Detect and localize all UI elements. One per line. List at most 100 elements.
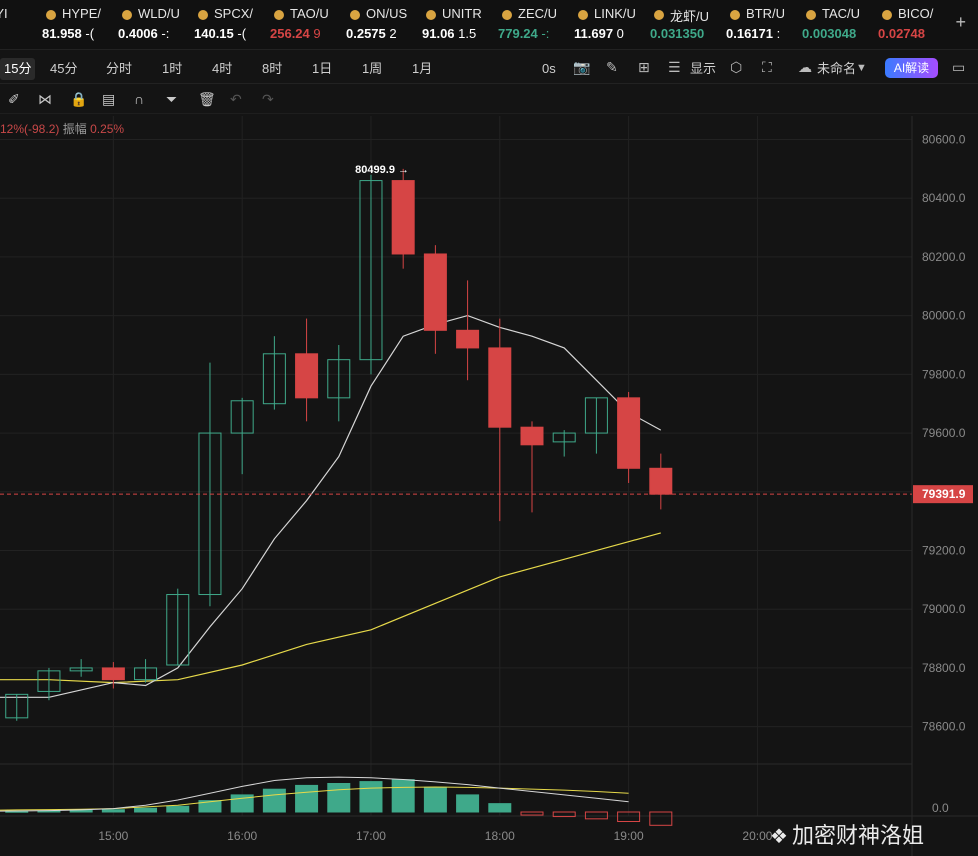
brush-icon[interactable]: ✐ <box>8 91 20 108</box>
candle-body[interactable] <box>617 397 641 469</box>
ticker-price-value: 779.24 <box>498 26 538 41</box>
ticker-price: 11.697 0 <box>574 26 624 41</box>
candle-body[interactable] <box>423 253 447 331</box>
ticker-price-value: 81.958 <box>42 26 82 41</box>
ticker-symbol: ON/US <box>366 6 408 21</box>
ticker-price-value: 0.003048 <box>802 26 857 41</box>
timeframe-6[interactable]: 1日 <box>308 58 336 80</box>
ticker-symbol: HYPE/ <box>62 6 102 21</box>
candle-body[interactable] <box>391 180 415 255</box>
x-tick-label: 19:00 <box>614 829 644 843</box>
fullscreen-icon[interactable]: ⛶ <box>762 59 772 76</box>
pattern-icon[interactable]: ⋈ <box>38 91 52 108</box>
coin-icon <box>350 10 360 20</box>
ticker-symbol: LINK/U <box>594 6 636 21</box>
ticker-price-value: 91.06 <box>422 26 455 41</box>
timeframe-0[interactable]: 15分 <box>0 58 36 80</box>
ma-slow-line <box>0 532 661 684</box>
y-tick-label: 80400.0 <box>922 191 966 205</box>
y-tick-label: 78600.0 <box>922 720 966 734</box>
timeframe-4[interactable]: 4时 <box>208 58 236 80</box>
volume-bar <box>456 794 480 813</box>
add-symbol-button[interactable]: + <box>955 12 966 33</box>
last-price-label: 79391.9 <box>922 487 966 501</box>
trash-icon[interactable]: 🗑 <box>198 91 216 108</box>
ticker-symbol: HYI <box>0 6 8 21</box>
collapse-icon[interactable]: ▭ <box>952 59 965 76</box>
candle-body[interactable] <box>649 467 673 495</box>
ticker-symbol: TAC/U <box>822 6 861 21</box>
coin-icon <box>426 10 436 20</box>
pencil-icon[interactable]: ✎ <box>606 59 618 76</box>
undo-icon[interactable]: ↶ <box>230 91 242 108</box>
candle-body[interactable] <box>456 329 480 349</box>
timeframe-3[interactable]: 1时 <box>158 58 186 80</box>
ticker-symbol: UNITR <box>442 6 482 21</box>
candle-body[interactable] <box>295 353 319 399</box>
ticker-price-value: 11.697 <box>574 26 614 41</box>
redo-icon[interactable]: ↷ <box>262 91 274 108</box>
volume-bar <box>488 803 512 813</box>
y-tick-label: 79000.0 <box>922 602 966 616</box>
ticker-change: 2 <box>389 26 397 41</box>
ticker-change: -( <box>85 26 95 41</box>
y-tick-label: 80200.0 <box>922 250 966 264</box>
candle-body[interactable] <box>488 347 512 428</box>
display-icon[interactable]: ☰ <box>668 59 681 76</box>
candle-body[interactable] <box>520 426 544 446</box>
ticker-price-value: 0.16171 <box>726 26 773 41</box>
ticker-price: 0.003048 <box>802 26 856 41</box>
ticker-symbol: BTR/U <box>746 6 785 21</box>
ticker-symbol: BICO/ <box>898 6 934 21</box>
ticker-symbol: WLD/U <box>138 6 180 21</box>
coin-icon <box>654 10 664 20</box>
y-tick-label: 79800.0 <box>922 367 966 381</box>
diamond-logo-icon: ❖ <box>770 826 788 848</box>
add-indicator-icon[interactable]: ⊞ <box>638 59 650 76</box>
layout-name-button[interactable]: 未命名 <box>813 58 860 80</box>
ticker-change: : <box>776 26 781 41</box>
ma-fast-line <box>0 314 662 698</box>
volume-bar <box>520 811 544 816</box>
coin-icon <box>806 10 816 20</box>
x-tick-label: 20:00 <box>742 829 772 843</box>
volume-bar <box>101 809 125 813</box>
ticker-price-value: 256.24 <box>270 26 310 41</box>
timeframe-7[interactable]: 1周 <box>358 58 386 80</box>
cloud-icon[interactable]: ☁ <box>798 59 812 76</box>
template-icon[interactable]: ▤ <box>102 91 115 108</box>
x-tick-label: 15:00 <box>98 829 128 843</box>
lock-icon[interactable]: 🔒 <box>70 91 87 108</box>
ticker-change: 9 <box>313 26 321 41</box>
timeframe-1[interactable]: 45分 <box>46 58 81 80</box>
filter-icon[interactable]: ⏷ <box>166 91 177 108</box>
settings-icon[interactable]: ⬡ <box>730 59 742 76</box>
ticker-price: 0.02748 <box>878 26 925 41</box>
timeframe-2[interactable]: 分时 <box>102 58 136 80</box>
volume-bar <box>649 811 673 826</box>
ticker-symbol: TAO/U <box>290 6 329 21</box>
ticker-price: 91.06 1.5 <box>422 26 476 41</box>
candle-body[interactable] <box>101 667 125 681</box>
watermark: ❖ 加密财神洛姐 <box>770 818 924 850</box>
high-price-label: 80499.9 → <box>355 164 409 176</box>
ticker-price: 0.16171 : <box>726 26 780 41</box>
volume-bar <box>584 811 608 820</box>
timeframe-8[interactable]: 1月 <box>408 58 436 80</box>
chevron-down-icon[interactable]: ▼ <box>856 62 867 74</box>
ai-interpret-button[interactable]: AI解读 <box>885 58 938 78</box>
volume-bar <box>391 779 415 813</box>
coin-icon <box>578 10 588 20</box>
ticker-bar: HYI 4HYPE/81.958 -(WLD/U0.4006 -:SPCX/14… <box>0 0 978 50</box>
price-chart[interactable]: 78600.078800.079000.079200.079400.079600… <box>0 116 978 856</box>
ticker-price-value: 0.02748 <box>878 26 925 41</box>
timeframe-5[interactable]: 8时 <box>258 58 286 80</box>
ticker-symbol: 龙虾/U <box>670 9 710 24</box>
magnet-icon[interactable]: ∩ <box>134 91 144 107</box>
ticker-symbol: ZEC/U <box>518 6 557 21</box>
camera-icon[interactable]: 📷 <box>573 59 590 76</box>
display-button[interactable]: 显示 <box>686 58 720 80</box>
ticker-price: 256.24 9 <box>270 26 321 41</box>
volume-bar <box>134 807 158 813</box>
volume-zero-label: 0.0 <box>932 801 949 815</box>
